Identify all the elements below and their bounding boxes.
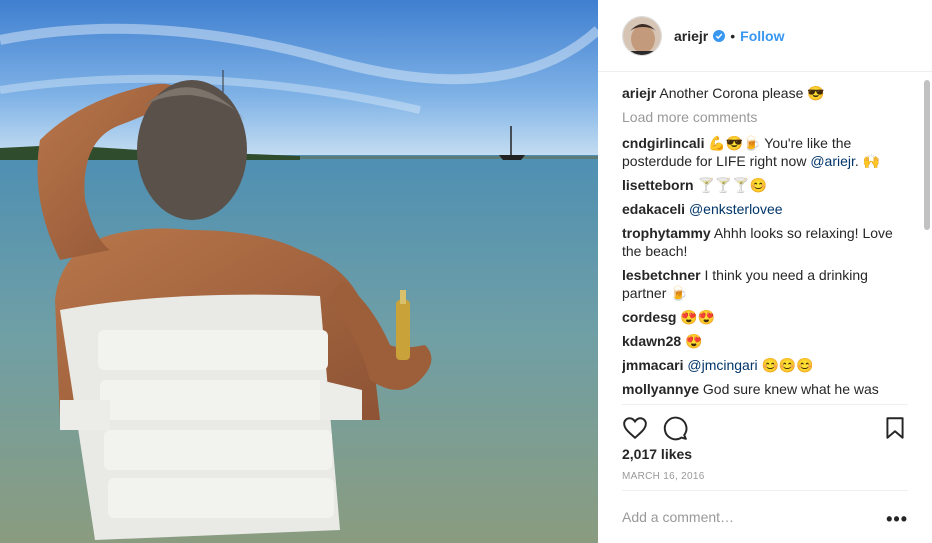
comment-username[interactable]: cndgirlincali bbox=[622, 135, 704, 151]
load-more-comments-button[interactable]: Load more comments bbox=[622, 108, 908, 126]
comment-username[interactable]: edakaceli bbox=[622, 201, 685, 217]
comment-text: 😍😍 bbox=[680, 309, 716, 325]
comment-item: edakaceli @enksterlovee bbox=[622, 200, 908, 218]
follow-button[interactable]: Follow bbox=[740, 28, 784, 44]
comment-item: mollyannye God sure knew what he was bbox=[622, 380, 908, 398]
comment-username[interactable]: jmmacari bbox=[622, 357, 683, 373]
header-separator: • bbox=[730, 27, 736, 44]
add-comment-section: ••• bbox=[622, 490, 908, 543]
comment-item: lesbetchner I think you need a drinking … bbox=[622, 266, 908, 302]
comment-item: lisetteborn 🍸🍸🍸😊 bbox=[622, 176, 908, 194]
comment-username[interactable]: kdawn28 bbox=[622, 333, 681, 349]
comment-mention[interactable]: @enksterlovee bbox=[689, 201, 783, 217]
comment-username[interactable]: trophytammy bbox=[622, 225, 711, 241]
post-actions bbox=[622, 404, 908, 444]
comment-item: trophytammy Ahhh looks so relaxing! Love… bbox=[622, 224, 908, 260]
caption-username[interactable]: ariejr bbox=[622, 85, 656, 101]
comments-scrollbar[interactable] bbox=[924, 80, 930, 230]
comment-text-after: . 🙌 bbox=[854, 153, 881, 169]
add-comment-input[interactable] bbox=[622, 509, 872, 525]
comment-text: 🍸🍸🍸😊 bbox=[697, 177, 768, 193]
comment-text: God sure knew what he was bbox=[702, 381, 879, 397]
avatar-image bbox=[623, 16, 661, 55]
heart-icon[interactable] bbox=[622, 415, 648, 441]
comment-mention[interactable]: @jmcingari bbox=[687, 357, 757, 373]
beach-photo-illustration bbox=[0, 0, 598, 543]
header-username[interactable]: ariejr bbox=[674, 28, 708, 44]
more-options-button[interactable]: ••• bbox=[886, 509, 908, 530]
comment-username[interactable]: cordesg bbox=[622, 309, 676, 325]
comment-username[interactable]: lesbetchner bbox=[622, 267, 701, 283]
post-side-panel: ariejr • Follow ariejr Another Corona pl… bbox=[598, 0, 932, 543]
comment-item: cordesg 😍😍 bbox=[622, 308, 908, 326]
post-date: MARCH 16, 2016 bbox=[622, 471, 705, 482]
comment-icon[interactable] bbox=[662, 415, 688, 441]
comment-item: kdawn28 😍 bbox=[622, 332, 908, 350]
comment-mention[interactable]: @ariejr bbox=[810, 153, 855, 169]
avatar[interactable] bbox=[622, 15, 662, 56]
post-header: ariejr • Follow bbox=[598, 0, 932, 72]
bookmark-icon[interactable] bbox=[882, 415, 908, 441]
comments-list[interactable]: ariejr Another Corona please 😎 Load more… bbox=[622, 84, 908, 400]
comment-text: 😍 bbox=[685, 333, 703, 349]
verified-badge-icon bbox=[713, 29, 726, 42]
caption: ariejr Another Corona please 😎 bbox=[622, 84, 908, 102]
post-photo[interactable] bbox=[0, 0, 598, 543]
comment-item: jmmacari @jmcingari 😊😊😊 bbox=[622, 356, 908, 374]
comment-username[interactable]: lisetteborn bbox=[622, 177, 694, 193]
comment-item: cndgirlincali 💪😎🍺 You're like the poster… bbox=[622, 134, 908, 170]
comment-username[interactable]: mollyannye bbox=[622, 381, 699, 397]
caption-text: Another Corona please 😎 bbox=[659, 85, 825, 101]
likes-count[interactable]: 2,017 likes bbox=[622, 446, 692, 462]
comment-text-after: 😊😊😊 bbox=[757, 357, 814, 373]
